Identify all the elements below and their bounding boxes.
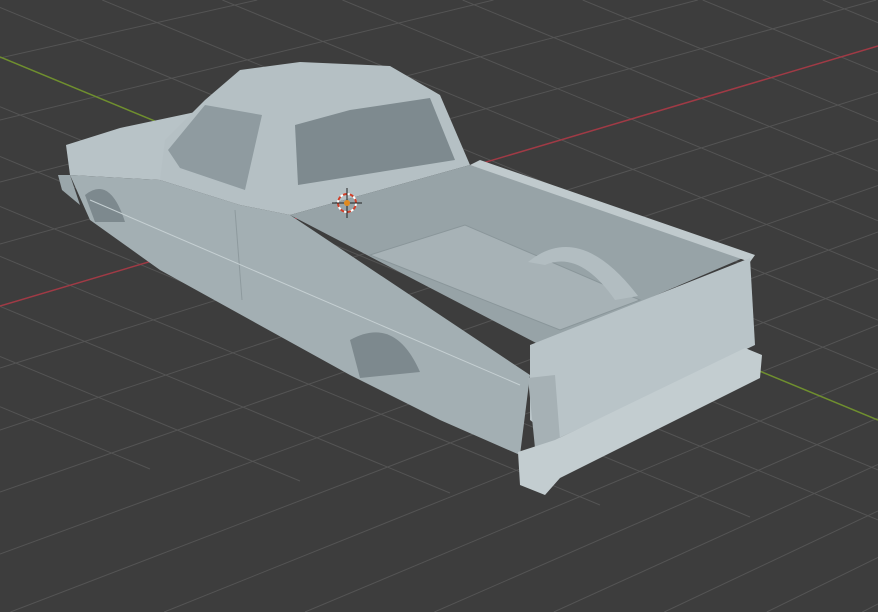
viewport-canvas[interactable]: [0, 0, 878, 612]
grid-line: [582, 0, 878, 123]
truck-taillight: [528, 375, 560, 448]
grid-line: [766, 557, 878, 612]
grid-line: [0, 406, 151, 470]
grid-line: [462, 0, 878, 172]
grid-line: [434, 417, 878, 612]
grid-line: [822, 0, 878, 24]
grid-line: [0, 0, 258, 59]
pickup-truck-model[interactable]: [58, 62, 762, 495]
grid-line: [0, 356, 301, 482]
grid-line: [862, 603, 878, 612]
3d-viewport[interactable]: [0, 0, 878, 612]
grid-line: [702, 0, 878, 73]
grid-line: [664, 510, 878, 612]
